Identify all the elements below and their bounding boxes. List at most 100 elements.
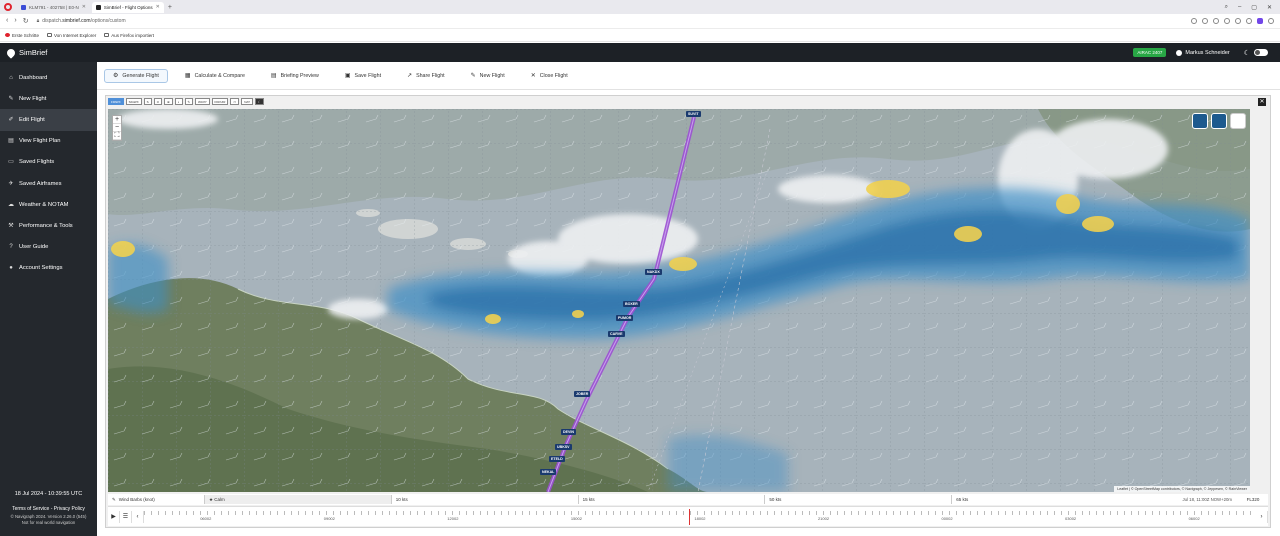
waypoint-label[interactable]: CARVE xyxy=(608,331,625,337)
map-tool-button[interactable]: ⊙ xyxy=(153,98,163,105)
download-icon[interactable] xyxy=(1246,18,1252,24)
toolbar-button-label: New Flight xyxy=(479,72,505,79)
timeline-label: 09002 xyxy=(323,515,335,521)
map-tool-button[interactable]: ☾ xyxy=(255,98,264,105)
tab-close-icon[interactable]: ✕ xyxy=(82,4,86,10)
sidebar-item-new-flight[interactable]: ✎ New Flight xyxy=(0,88,97,109)
privacy-link[interactable]: Privacy Policy xyxy=(54,506,85,512)
airac-badge[interactable]: AIRAC 2407 xyxy=(1133,48,1167,57)
heart-icon[interactable] xyxy=(1235,18,1241,24)
share-flight-button[interactable]: ↗ Share Flight xyxy=(398,69,454,83)
play-button[interactable]: ▶ xyxy=(108,510,120,523)
maximize-icon[interactable]: ▢ xyxy=(1251,4,1257,11)
sidebar-item-saved-airframes[interactable]: ✈ Saved Airframes xyxy=(0,173,97,194)
bookmark-item[interactable]: Von Internet Explorer xyxy=(47,33,96,38)
search-tabs-icon[interactable]: ⌕ xyxy=(1225,4,1228,11)
tab-label: SimBrief - Flight Options xyxy=(103,4,153,10)
save-flight-button[interactable]: ▣ Save Flight xyxy=(336,69,390,83)
waypoint-label[interactable]: NEKAL xyxy=(540,469,557,475)
toolbar-button-label: Close Flight xyxy=(539,72,568,79)
sidebar-item-view-flight-plan[interactable]: ▤ View Flight Plan xyxy=(0,131,97,152)
reload-icon[interactable]: ↻ xyxy=(23,17,29,25)
waypoint-label[interactable]: BOXER xyxy=(623,301,640,307)
new-flight-button[interactable]: ✎ New Flight xyxy=(462,69,514,83)
route-map-panel: FIRWX SIGWX S ⊙ ⊕ ◐ ✎ WAYP FIR/UIR ▭ NAT ☾ ✕ xyxy=(105,95,1271,528)
sidebar-item-performance-tools[interactable]: ⚒ Performance & Tools xyxy=(0,215,97,236)
extension-icon[interactable] xyxy=(1191,18,1197,24)
waypoint-label[interactable]: PUMOR xyxy=(616,315,634,321)
bookmark-item[interactable]: Aus Firefox importiert xyxy=(104,33,154,38)
toolbar-button-label: Briefing Preview xyxy=(280,72,319,79)
sidebar-item-saved-flights[interactable]: ▭ Saved Flights xyxy=(0,152,97,173)
cloud-icon: ☁ xyxy=(8,201,14,208)
bookmark-item[interactable]: Erste Schritte xyxy=(5,33,39,38)
sidebar-item-dashboard[interactable]: ⌂ Dashboard xyxy=(0,67,97,88)
waypoint-label[interactable]: UBKSV xyxy=(555,444,572,450)
browser-tab-klm[interactable]: KLM791 - 402758 | E0-N ✕ xyxy=(17,2,90,13)
waypoint-label[interactable]: SUVIT xyxy=(686,111,701,117)
pencil-icon: ✎ xyxy=(470,73,476,79)
map-tool-button[interactable]: FIRWX xyxy=(108,98,124,105)
generate-flight-button[interactable]: ⚙ Generate Flight xyxy=(104,68,168,83)
sidebar-item-label: Weather & NOTAM xyxy=(19,201,69,208)
close-flight-button[interactable]: ✕ Close Flight xyxy=(522,69,577,83)
new-tab-button[interactable]: + xyxy=(168,4,172,11)
radar-layer-icon[interactable] xyxy=(1211,113,1227,129)
simbrief-logo-icon xyxy=(5,46,17,59)
user-menu[interactable]: Markus Schneider xyxy=(1176,49,1230,56)
forward-icon[interactable]: › xyxy=(14,17,16,25)
navigation-disclaimer: Not for real world navigation xyxy=(21,520,76,525)
terms-link[interactable]: Terms of Service xyxy=(12,506,49,512)
map-tool-button[interactable]: ▭ xyxy=(230,98,240,105)
send-icon[interactable] xyxy=(1224,18,1230,24)
shield-icon[interactable] xyxy=(1213,18,1219,24)
back-icon[interactable]: ‹ xyxy=(6,17,8,25)
brand[interactable]: SimBrief xyxy=(0,46,47,59)
sidebar-item-edit-flight[interactable]: ✐ Edit Flight xyxy=(0,109,97,131)
browser-tab-simbrief[interactable]: SimBrief - Flight Options ✕ xyxy=(91,1,164,13)
sidebar-item-account-settings[interactable]: ● Account Settings xyxy=(0,258,97,279)
map-close-button[interactable]: ✕ xyxy=(1258,98,1266,106)
map-tool-button[interactable]: WAYP xyxy=(195,98,210,105)
timeline-track[interactable]: 06002 09002 12002 15002 18002 21002 00002 03002… xyxy=(144,508,1256,525)
menu-icon[interactable] xyxy=(1268,18,1274,24)
route-map[interactable]: SUVIT NAKDX BOXER PUMOR CARVE JOBER DEVIN UBKSV… xyxy=(108,109,1250,492)
map-tool-button[interactable]: SIGWX xyxy=(125,98,142,105)
zoom-out-button[interactable]: − xyxy=(113,124,121,132)
timeline-forward-icon[interactable]: › xyxy=(1256,510,1268,523)
map-tool-button[interactable]: S xyxy=(143,98,152,105)
map-tool-button[interactable]: NAT xyxy=(241,98,253,105)
legend-tick: 15 kts xyxy=(577,495,765,504)
tab-close-icon[interactable]: ✕ xyxy=(156,4,160,10)
calculate-compare-button[interactable]: ▦ Calculate & Compare xyxy=(176,69,254,83)
flight-level-select[interactable]: FL320 xyxy=(1238,497,1268,502)
weather-layer-icon[interactable] xyxy=(1192,113,1208,129)
dark-mode-toggle[interactable] xyxy=(1254,49,1268,56)
profile-icon[interactable] xyxy=(1257,18,1263,24)
close-window-icon[interactable]: ✕ xyxy=(1267,4,1272,11)
waypoint-label[interactable]: ETELD xyxy=(549,456,565,462)
camera-icon[interactable] xyxy=(1202,18,1208,24)
timeline-label: 21002 xyxy=(817,515,830,521)
map-tool-button[interactable]: ⊕ xyxy=(164,98,173,105)
timeline-back-icon[interactable]: ‹ xyxy=(132,510,144,523)
map-tool-button[interactable]: ✎ xyxy=(184,98,194,105)
sidebar-item-user-guide[interactable]: ? User Guide xyxy=(0,237,97,258)
map-tool-button[interactable]: ◐ xyxy=(174,98,183,105)
map-tool-button[interactable]: FIR/UIR xyxy=(211,98,229,105)
waypoint-label[interactable]: JOBER xyxy=(574,391,591,397)
briefing-preview-button[interactable]: ▤ Briefing Preview xyxy=(262,69,328,83)
sidebar-item-weather-notam[interactable]: ☁ Weather & NOTAM xyxy=(0,194,97,215)
share-icon: ↗ xyxy=(407,73,413,79)
zoom-in-button[interactable]: + xyxy=(113,116,121,124)
sidebar-item-label: View Flight Plan xyxy=(19,138,61,145)
minimize-icon[interactable]: – xyxy=(1238,4,1241,11)
opera-logo-icon[interactable] xyxy=(4,3,12,11)
url-field[interactable]: 🔒︎ dispatch.simbrief.com/options/custom xyxy=(37,18,126,24)
waypoint-label[interactable]: DEVIN xyxy=(561,429,576,435)
layers-icon[interactable] xyxy=(1230,113,1246,129)
user-name: Markus Schneider xyxy=(1185,49,1230,56)
waypoint-label[interactable]: NAKDX xyxy=(645,269,662,275)
timeline-menu-icon[interactable]: ☰ xyxy=(120,510,132,523)
fullscreen-button[interactable]: ⛶ xyxy=(113,132,121,140)
